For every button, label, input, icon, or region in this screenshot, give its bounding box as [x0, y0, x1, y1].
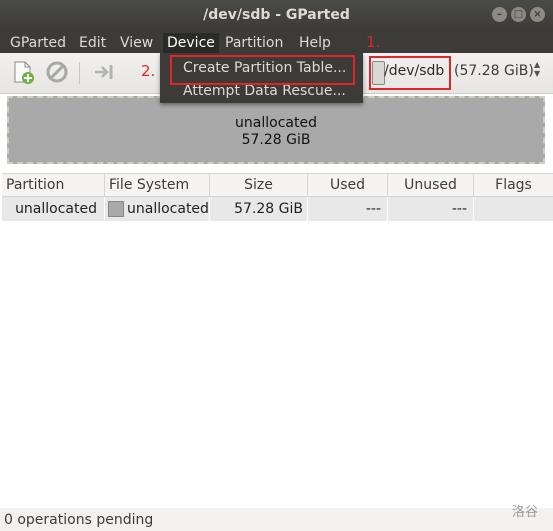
cell-unused: --- — [388, 197, 474, 221]
disk-map-size: 57.28 GiB — [241, 132, 311, 148]
column-file-system[interactable]: File System — [105, 174, 210, 196]
menu-device[interactable]: Device — [163, 33, 219, 53]
annotation-step-1: 1. — [366, 33, 381, 51]
partition-table-header: Partition File System Size Used Unused F… — [2, 173, 553, 197]
highlight-create-partition-table — [170, 55, 355, 85]
cell-used: --- — [308, 197, 388, 221]
annotation-step-2: 2. — [141, 62, 156, 80]
menu-edit[interactable]: Edit — [79, 33, 106, 53]
delete-icon[interactable] — [44, 59, 70, 85]
close-button[interactable]: × — [530, 7, 545, 22]
title-bar: /dev/sdb - GParted – □ × — [0, 0, 553, 31]
operations-pending-status: 0 operations pending — [4, 512, 154, 528]
column-unused[interactable]: Unused — [388, 174, 474, 196]
menu-partition[interactable]: Partition — [225, 33, 283, 53]
device-size[interactable]: (57.28 GiB) — [454, 63, 534, 79]
new-partition-icon[interactable] — [10, 59, 36, 85]
disk-map-unallocated[interactable]: unallocated 57.28 GiB — [7, 96, 545, 164]
filesystem-color-swatch — [108, 201, 124, 217]
cell-flags — [474, 197, 553, 221]
menu-item-attempt-data-rescue[interactable]: Attempt Data Rescue... — [183, 83, 346, 99]
toolbar-separator — [79, 62, 80, 84]
menu-gparted[interactable]: GParted — [10, 33, 66, 53]
column-flags[interactable]: Flags — [474, 174, 553, 196]
disk-map-label: unallocated — [235, 115, 317, 131]
resize-icon[interactable] — [92, 59, 118, 85]
status-bar: 0 operations pending — [0, 508, 553, 531]
column-size[interactable]: Size — [210, 174, 308, 196]
watermark: 洛谷 — [512, 505, 539, 520]
highlight-device-selector — [369, 56, 451, 90]
cell-file-system-label: unallocated — [127, 201, 209, 217]
window-title: /dev/sdb - GParted — [203, 7, 350, 23]
chevron-updown-icon[interactable]: ▲ ▼ — [534, 60, 540, 78]
minimize-button[interactable]: – — [492, 7, 507, 22]
table-row[interactable]: unallocated unallocated 57.28 GiB --- --… — [2, 197, 553, 221]
menu-bar: GParted Edit View Device Partition Help — [0, 31, 553, 53]
cell-partition: unallocated — [2, 197, 105, 221]
maximize-button[interactable]: □ — [511, 7, 526, 22]
cell-size: 57.28 GiB — [210, 197, 308, 221]
menu-help[interactable]: Help — [299, 33, 331, 53]
column-partition[interactable]: Partition — [2, 174, 105, 196]
cell-file-system: unallocated — [105, 197, 210, 221]
menu-view[interactable]: View — [120, 33, 153, 53]
column-used[interactable]: Used — [308, 174, 388, 196]
